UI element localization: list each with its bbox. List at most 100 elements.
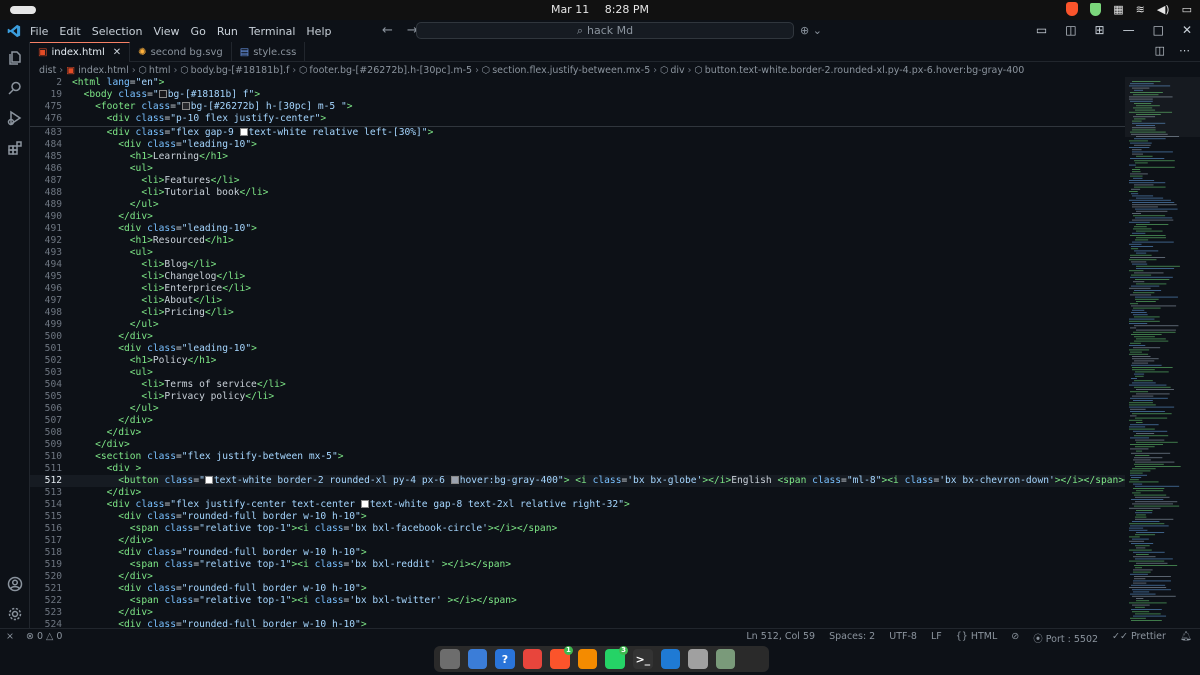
code-text[interactable]: <button class=" text-white border-2 round… xyxy=(72,475,1125,487)
menu-go[interactable]: Go xyxy=(191,25,206,38)
code-text[interactable]: <div class="flex gap-9 text-white relati… xyxy=(72,127,434,139)
code-line[interactable]: 486 <ul> xyxy=(30,163,1125,175)
os-clock[interactable]: Mar 11 8:28 PM xyxy=(0,3,1200,16)
code-line[interactable]: 489 </ul> xyxy=(30,199,1125,211)
close-tab-icon[interactable]: ✕ xyxy=(113,47,121,58)
code-text[interactable]: <div class="rounded-full border w-10 h-1… xyxy=(72,511,366,523)
code-line[interactable]: 19 <body class=" bg-[#18181b] f"> xyxy=(30,89,1125,101)
code-line[interactable]: 496 <li>Enterprice</li> xyxy=(30,283,1125,295)
toggle-panel-icon[interactable]: ▭ xyxy=(1036,23,1047,37)
encoding[interactable]: UTF-8 xyxy=(889,631,917,645)
breadcrumb-item[interactable]: html xyxy=(149,65,171,76)
toggle-sidebar-icon[interactable]: ◫ xyxy=(1065,23,1076,37)
breadcrumb-item[interactable]: section.flex.justify-between.mx-5 xyxy=(492,65,650,76)
code-line[interactable]: 524 <div class="rounded-full border w-10… xyxy=(30,619,1125,628)
code-line[interactable]: 475 <footer class=" bg-[#26272b] h-[30pc]… xyxy=(30,101,1125,113)
menu-run[interactable]: Run xyxy=(217,25,238,38)
code-line[interactable]: 514 <div class="flex justify-center text… xyxy=(30,499,1125,511)
code-line[interactable]: 484 <div class="leading-10"> xyxy=(30,139,1125,151)
code-line[interactable]: 520 </div> xyxy=(30,571,1125,583)
code-text[interactable]: <ul> xyxy=(72,163,153,175)
end-of-line[interactable]: LF xyxy=(931,631,942,645)
code-text[interactable]: <li>Privacy policy</li> xyxy=(72,391,274,403)
code-text[interactable]: <div class="flex justify-center text-cen… xyxy=(72,499,630,511)
menu-selection[interactable]: Selection xyxy=(92,25,143,38)
brave-tray-icon[interactable] xyxy=(1066,2,1079,16)
code-text[interactable]: <div > xyxy=(72,463,142,475)
code-text[interactable]: <li>Features</li> xyxy=(72,175,239,187)
code-text[interactable]: <span class="relative top-1"><i class='b… xyxy=(72,559,511,571)
terminal-app-icon[interactable]: >_ xyxy=(633,649,653,669)
code-text[interactable]: </ul> xyxy=(72,199,159,211)
system-tray[interactable]: ▦ ≋ ◀) ▭ xyxy=(1066,2,1192,16)
store-app-icon[interactable] xyxy=(467,649,488,669)
speaker-icon[interactable]: ◀) xyxy=(1157,3,1170,16)
code-line[interactable]: 498 <li>Pricing</li> xyxy=(30,307,1125,319)
breadcrumb-item[interactable]: dist xyxy=(39,65,56,76)
code-line[interactable]: 500 </div> xyxy=(30,331,1125,343)
code-text[interactable]: <footer class=" bg-[#26272b] h-[30pc] m-5… xyxy=(72,101,352,113)
menu-view[interactable]: View xyxy=(153,25,179,38)
code-text[interactable]: <html lang="en"> xyxy=(72,77,164,89)
code-text[interactable]: </div> xyxy=(72,439,130,451)
breadcrumb-item[interactable]: footer.bg-[#26272b].h-[30pc].m-5 xyxy=(309,65,472,76)
layout-icon[interactable]: ⊞ xyxy=(1095,23,1105,37)
code-text[interactable]: <li>Changelog</li> xyxy=(72,271,245,283)
code-text[interactable]: <h1>Resourced</h1> xyxy=(72,235,234,247)
code-line[interactable]: 504 <li>Terms of service</li> xyxy=(30,379,1125,391)
code-text[interactable]: <li>Tutorial book</li> xyxy=(72,187,268,199)
files-app-icon[interactable] xyxy=(440,649,460,669)
search-icon[interactable] xyxy=(7,80,23,96)
code-text[interactable]: </ul> xyxy=(72,319,159,331)
code-text[interactable]: <div class="rounded-full border w-10 h-1… xyxy=(72,619,366,628)
problems-indicator[interactable]: ⊗ 0 △ 0 xyxy=(26,631,62,642)
code-text[interactable]: <li>Enterprice</li> xyxy=(72,283,251,295)
code-text[interactable]: <div class="leading-10"> xyxy=(72,139,257,151)
code-line[interactable]: 485 <h1>Learning</h1> xyxy=(30,151,1125,163)
code-text[interactable]: </ul> xyxy=(72,403,159,415)
code-line[interactable]: 519 <span class="relative top-1"><i clas… xyxy=(30,559,1125,571)
code-line[interactable]: 517 </div> xyxy=(30,535,1125,547)
more-actions-icon[interactable]: ⋯ xyxy=(1179,44,1190,57)
code-line[interactable]: 2 <html lang="en"> xyxy=(30,77,1125,89)
code-line[interactable]: 476 <div class="p-10 flex justify-center… xyxy=(30,113,1125,125)
menu-help[interactable]: Help xyxy=(306,25,331,38)
command-center-search[interactable]: ⌕ hack Md xyxy=(416,22,794,39)
breadcrumb-item[interactable]: index.html xyxy=(78,65,129,76)
app-grid-icon[interactable] xyxy=(743,649,763,669)
code-line[interactable]: 506 </ul> xyxy=(30,403,1125,415)
cursor-position[interactable]: Ln 512, Col 59 xyxy=(746,631,815,645)
code-line[interactable]: 512 <button class=" text-white border-2 r… xyxy=(30,475,1125,487)
code-text[interactable]: <div class="leading-10"> xyxy=(72,343,257,355)
code-text[interactable]: <li>Pricing</li> xyxy=(72,307,233,319)
code-line[interactable]: 510 <section class="flex justify-between… xyxy=(30,451,1125,463)
copilot-icon[interactable]: ⊘ xyxy=(1011,631,1019,645)
text-editor-app-icon[interactable] xyxy=(688,649,708,669)
code-line[interactable]: 502 <h1>Policy</h1> xyxy=(30,355,1125,367)
breadcrumb-item[interactable]: body.bg-[#18181b].f xyxy=(191,65,290,76)
code-text[interactable]: <h1>Policy</h1> xyxy=(72,355,217,367)
code-text[interactable]: <div class="rounded-full border w-10 h-1… xyxy=(72,547,366,559)
help-app-icon[interactable]: ? xyxy=(495,649,515,669)
code-text[interactable]: </div> xyxy=(72,331,153,343)
code-text[interactable]: </div> xyxy=(72,607,153,619)
code-line[interactable]: 483 <div class="flex gap-9 text-white re… xyxy=(30,127,1125,139)
code-line[interactable]: 497 <li>About</li> xyxy=(30,295,1125,307)
whatsapp-app-icon[interactable]: 3 xyxy=(605,646,629,669)
tab-style-css[interactable]: ▤ style.css xyxy=(232,42,306,62)
split-editor-icon[interactable]: ◫ xyxy=(1155,44,1165,57)
code-text[interactable]: <li>Terms of service</li> xyxy=(72,379,285,391)
code-line[interactable]: 493 <ul> xyxy=(30,247,1125,259)
explorer-icon[interactable] xyxy=(7,50,23,66)
code-text[interactable]: <li>About</li> xyxy=(72,295,222,307)
wifi-icon[interactable]: ≋ xyxy=(1136,3,1145,16)
run-debug-icon[interactable] xyxy=(7,110,23,126)
code-text[interactable]: </div> xyxy=(72,535,153,547)
tab-index-html[interactable]: ▣ index.html ✕ xyxy=(30,42,131,62)
shield-tray-icon[interactable] xyxy=(1090,2,1102,16)
close-window-icon[interactable]: ✕ xyxy=(1182,23,1192,37)
code-text[interactable]: </div> xyxy=(72,415,153,427)
notifications-bell-icon[interactable]: 🔔︎ xyxy=(1180,631,1192,645)
code-line[interactable]: 488 <li>Tutorial book</li> xyxy=(30,187,1125,199)
breadcrumb-item[interactable]: button.text-white.border-2.rounded-xl.py… xyxy=(705,65,1025,76)
